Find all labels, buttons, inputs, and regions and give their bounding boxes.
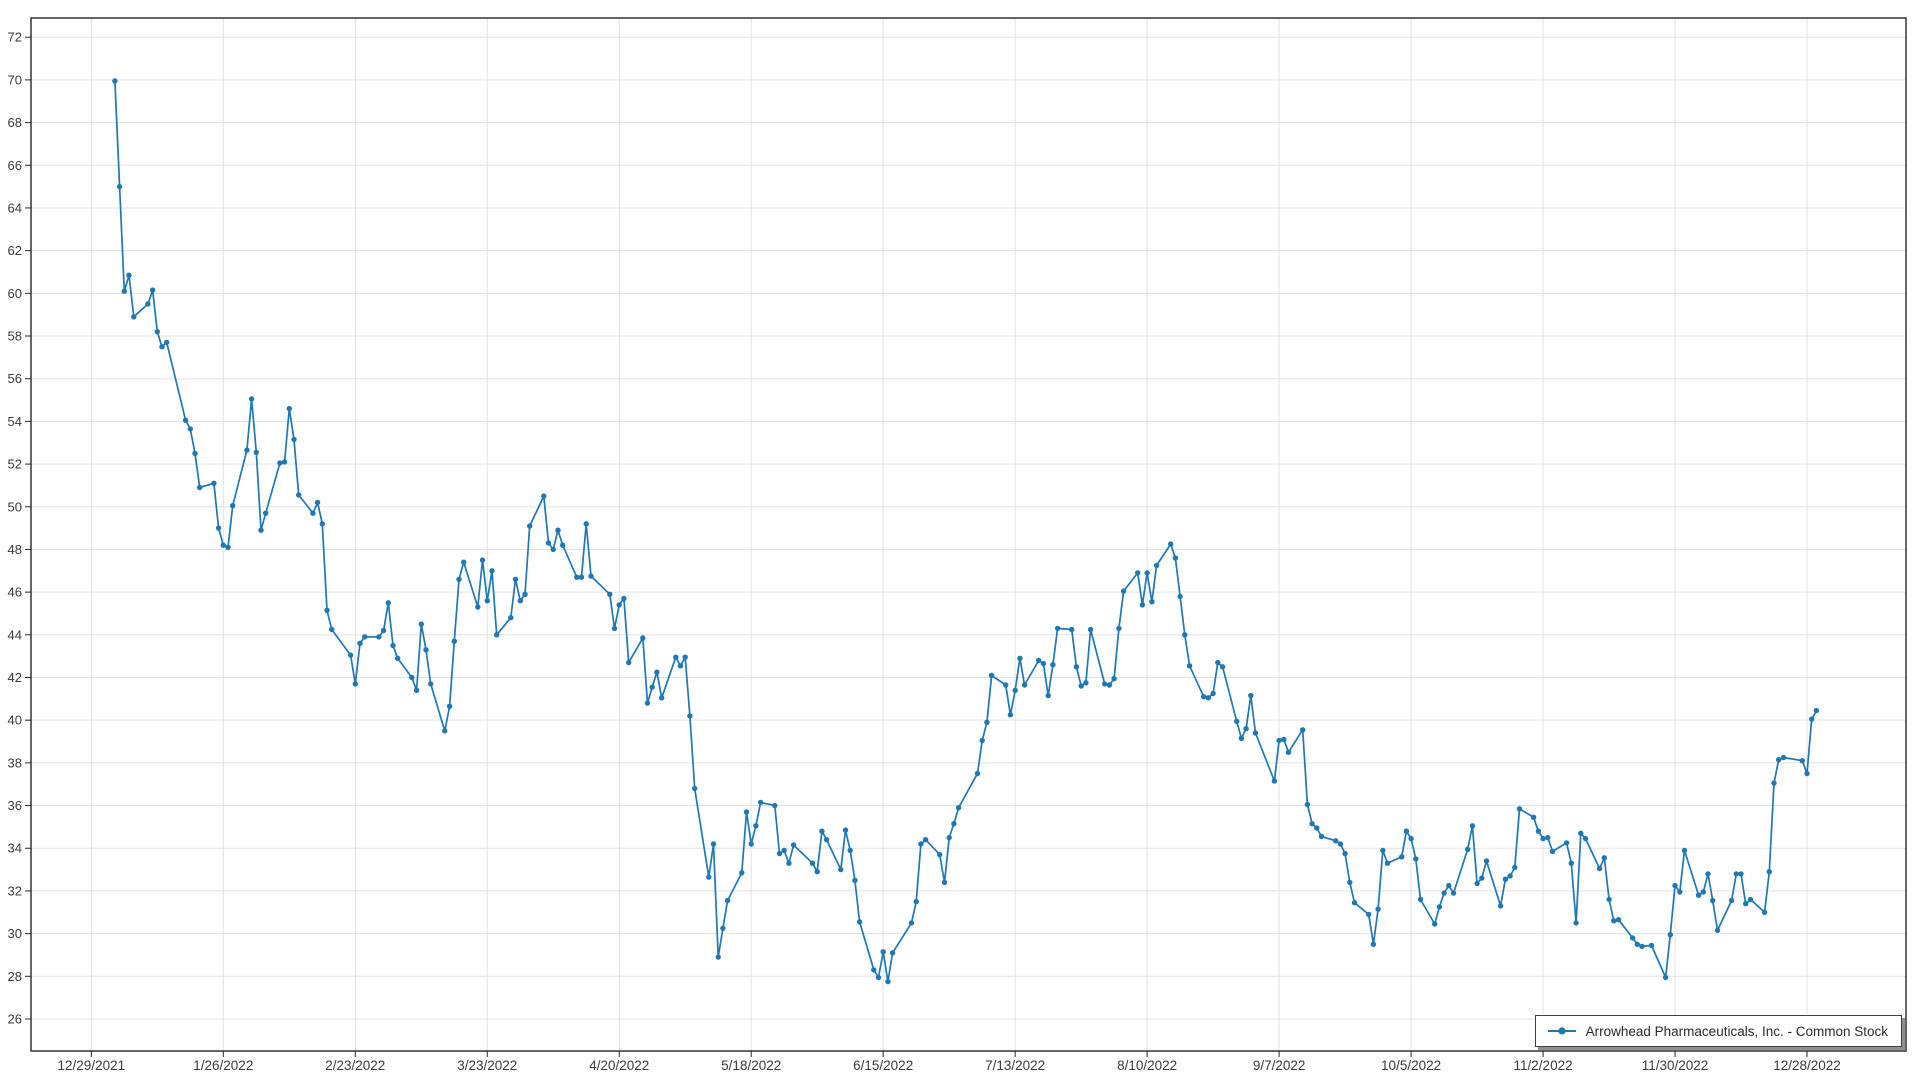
- x-tick-label: 4/20/2022: [589, 1058, 649, 1073]
- x-tick-label: 12/29/2021: [58, 1058, 126, 1073]
- stock-price-chart: 26 28 30 32 34 36 38 40 42 44 46 48 50 52 54 56 58 60 62 64…: [0, 0, 1920, 1080]
- y-tick-label: 66: [8, 158, 22, 173]
- x-tick-label: 12/28/2022: [1773, 1058, 1841, 1073]
- y-tick-label: 54: [8, 414, 22, 429]
- x-tick-label: 11/30/2022: [1642, 1058, 1709, 1073]
- x-tick-label: 3/23/2022: [457, 1058, 517, 1073]
- x-tick-label: 6/15/2022: [853, 1058, 913, 1073]
- x-tick-label: 8/10/2022: [1117, 1058, 1177, 1073]
- y-tick-label: 50: [8, 499, 22, 514]
- x-tick-label: 7/13/2022: [985, 1058, 1045, 1073]
- x-tick-label: 2/23/2022: [325, 1058, 385, 1073]
- x-tick-label: 9/7/2022: [1253, 1058, 1306, 1073]
- x-tick-label: 11/2/2022: [1514, 1058, 1573, 1073]
- plot-area[interactable]: [31, 18, 1906, 1051]
- y-tick-label: 44: [8, 627, 22, 642]
- y-tick-label: 62: [8, 243, 22, 258]
- chart-window: 26 28 30 32 34 36 38 40 42 44 46 48 50 52 54 56 58 60 62 64…: [0, 0, 1920, 1080]
- y-tick-label: 46: [8, 585, 22, 600]
- y-tick-label: 26: [8, 1011, 22, 1026]
- y-tick-label: 58: [8, 329, 22, 344]
- y-tick-label: 40: [8, 713, 22, 728]
- y-tick-label: 52: [8, 457, 22, 472]
- y-tick-label: 38: [8, 755, 22, 770]
- y-tick-label: 68: [8, 115, 22, 130]
- legend-line-marker-icon: [1547, 1025, 1577, 1037]
- y-tick-label: 70: [8, 72, 22, 87]
- y-tick-label: 64: [8, 200, 22, 215]
- y-tick-label: 28: [8, 969, 22, 984]
- legend-series-label: Arrowhead Pharmaceuticals, Inc. - Common…: [1586, 1024, 1888, 1039]
- y-tick-label: 60: [8, 286, 22, 301]
- legend-box: Arrowhead Pharmaceuticals, Inc. - Common…: [1535, 1015, 1902, 1047]
- y-tick-label: 56: [8, 371, 22, 386]
- x-tick-label: 5/18/2022: [721, 1058, 781, 1073]
- y-tick-label: 36: [8, 798, 22, 813]
- y-tick-label: 48: [8, 542, 22, 557]
- y-tick-label: 34: [8, 841, 22, 856]
- y-tick-label: 72: [8, 30, 22, 45]
- y-tick-label: 32: [8, 883, 22, 898]
- y-tick-label: 30: [8, 926, 22, 941]
- x-tick-label: 1/26/2022: [193, 1058, 253, 1073]
- x-tick-label: 10/5/2022: [1381, 1058, 1441, 1073]
- y-tick-label: 42: [8, 670, 22, 685]
